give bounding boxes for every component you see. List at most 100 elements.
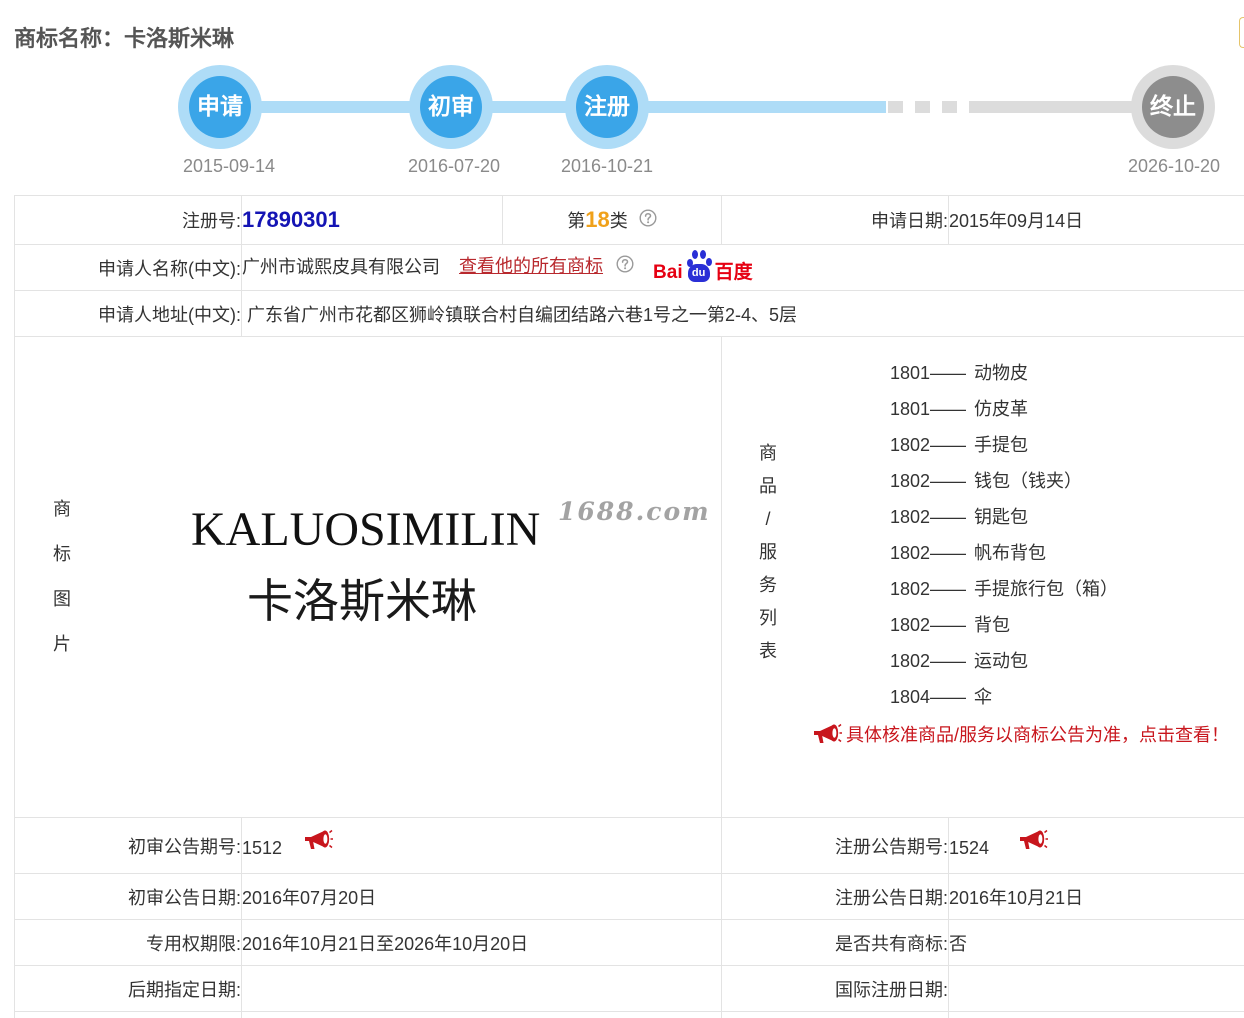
- baidu-paw-icon: du: [684, 249, 714, 283]
- mark-image-cell: 商 标 图 片 KALUOSIMILIN 卡洛斯米琳 1688.com: [14, 336, 722, 818]
- table-cell: [14, 1011, 242, 1018]
- service-separator: ——: [930, 399, 967, 419]
- service-name: 仿皮革: [974, 399, 1029, 419]
- label-char: 列: [759, 608, 777, 628]
- service-name: 运动包: [974, 651, 1029, 671]
- service-item: 1802—— 背包: [890, 607, 1118, 643]
- service-name: 钱包（钱夹）: [974, 471, 1083, 491]
- table-row: 初审公告日期: 2016年07月20日 注册公告日期: 2016年10月21日: [14, 873, 1244, 920]
- service-code: 1802: [890, 579, 931, 599]
- step-date: 2015-09-14: [182, 156, 276, 176]
- exclusive-term-value: 2016年10月21日至2026年10月20日: [241, 919, 722, 966]
- service-item: 1801—— 仿皮革: [890, 391, 1118, 427]
- applicant-name-value: 广州市诚熙皮具有限公司: [242, 256, 441, 277]
- label-char: 片: [53, 634, 71, 654]
- service-name: 帆布背包: [974, 543, 1047, 563]
- table-row: 专用权期限: 2016年10月21日至2026年10月20日 是否共有商标: 否: [14, 919, 1244, 966]
- applicant-name-cell: 广州市诚熙皮具有限公司 查看他的所有商标 Bai du 百度: [241, 244, 1244, 291]
- service-separator: ——: [930, 687, 967, 707]
- service-code: 1802: [890, 651, 931, 671]
- table-row: 初审公告期号: 1512 注册公告期号: 1524: [14, 817, 1244, 874]
- label-char: 品: [759, 476, 777, 496]
- table-cell: [241, 1011, 722, 1018]
- label-char: 服: [759, 542, 777, 562]
- services-list: 1801—— 动物皮 1801—— 仿皮革 1802—— 手提包 1802—— 钱包（钱…: [890, 355, 1118, 715]
- service-name: 伞: [974, 687, 993, 707]
- service-separator: ——: [930, 363, 967, 383]
- service-code: 1801: [890, 363, 931, 383]
- mark-image-label: 商 标 图 片: [52, 487, 72, 667]
- service-name: 背包: [974, 615, 1011, 635]
- help-icon[interactable]: [639, 209, 657, 227]
- class-prefix: 第: [567, 211, 586, 231]
- shared-mark-label: 是否共有商标:: [721, 919, 949, 966]
- mark-english-text: KALUOSIMILIN: [191, 503, 541, 556]
- service-separator: ——: [930, 651, 967, 671]
- label-char: 图: [53, 589, 71, 609]
- service-separator: ——: [930, 435, 967, 455]
- prelim-pub-date-value: 2016年07月20日: [241, 873, 722, 920]
- service-code: 1802: [890, 471, 931, 491]
- mark-chinese-text: 卡洛斯米琳: [247, 574, 477, 628]
- class-number: 18: [585, 207, 610, 232]
- service-item: 1802—— 钱包（钱夹）: [890, 463, 1118, 499]
- service-separator: ——: [930, 507, 967, 527]
- trademark-info-table: 注册号: 17890301 第18类 申请日期: 2015年09月14日 申请人…: [14, 195, 1244, 1018]
- applicant-address-value: 广东省广州市花都区狮岭镇联合村自编团结路六巷1号之一第2-4、5层: [241, 290, 1244, 337]
- services-notice-text: 具体核准商品/服务以商标公告为准，点击查看！: [846, 725, 1229, 745]
- services-label: 商 品 / 服 务 列 表: [758, 437, 778, 668]
- watermark: 1688.com: [558, 497, 711, 526]
- apply-date-label: 申请日期:: [721, 195, 949, 245]
- label-char: /: [765, 509, 771, 529]
- intl-reg-date-label: 国际注册日期:: [721, 965, 949, 1012]
- step-date: 2016-10-21: [560, 156, 654, 176]
- reg-pub-no-cell: 1524: [948, 817, 1244, 874]
- corner-button[interactable]: [1239, 17, 1244, 48]
- all-marks-link[interactable]: 查看他的所有商标: [459, 256, 603, 276]
- timeline-step-preliminary: 初审: [409, 65, 493, 149]
- reg-pub-no-label: 注册公告期号:: [721, 817, 949, 874]
- reg-no-value: 17890301: [242, 207, 340, 232]
- service-item: 1802—— 手提旅行包（箱）: [890, 571, 1118, 607]
- service-name: 手提包: [974, 435, 1029, 455]
- step-label: 初审: [420, 76, 482, 138]
- label-char: 商: [759, 443, 777, 463]
- service-name: 动物皮: [974, 363, 1029, 383]
- page-title: 商标名称：卡洛斯米琳: [14, 26, 235, 51]
- service-item: 1802—— 运动包: [890, 643, 1118, 679]
- service-separator: ——: [930, 543, 967, 563]
- service-name: 钥匙包: [974, 507, 1029, 527]
- help-icon[interactable]: [616, 254, 634, 273]
- class-cell: 第18类: [502, 195, 722, 245]
- service-item: 1802—— 帆布背包: [890, 535, 1118, 571]
- step-label: 注册: [576, 76, 638, 138]
- table-row-partial: [14, 1011, 1244, 1018]
- label-char: 表: [759, 641, 777, 661]
- baidu-logo[interactable]: Bai du 百度: [653, 249, 753, 283]
- service-item: 1801—— 动物皮: [890, 355, 1118, 391]
- step-date: 2016-07-20: [407, 156, 501, 176]
- service-item: 1802—— 手提包: [890, 427, 1118, 463]
- apply-date-value: 2015年09月14日: [948, 195, 1244, 245]
- service-code: 1802: [890, 507, 931, 527]
- service-separator: ——: [930, 471, 967, 491]
- prelim-pub-date-label: 初审公告日期:: [14, 873, 242, 920]
- megaphone-icon[interactable]: [1018, 828, 1049, 852]
- step-label: 终止: [1142, 76, 1204, 138]
- table-row: 商 标 图 片 KALUOSIMILIN 卡洛斯米琳 1688.com 商 品 …: [14, 336, 1244, 818]
- service-separator: ——: [930, 615, 967, 635]
- applicant-address-label: 申请人地址(中文):: [14, 290, 242, 337]
- timeline-pending-line: [969, 101, 1139, 113]
- step-label: 申请: [189, 76, 251, 138]
- service-code: 1802: [890, 615, 931, 635]
- services-notice-link[interactable]: 具体核准商品/服务以商标公告为准，点击查看！: [812, 720, 1229, 750]
- service-item: 1804—— 伞: [890, 679, 1118, 715]
- table-row: 后期指定日期: 国际注册日期:: [14, 965, 1244, 1012]
- trademark-info-panel: 注册号: 17890301 第18类 申请日期: 2015年09月14日 申请人…: [14, 195, 1244, 1018]
- timeline-dash: [915, 101, 930, 113]
- megaphone-icon[interactable]: [303, 828, 334, 852]
- label-char: 商: [53, 499, 71, 519]
- timeline-step-apply: 申请: [178, 65, 262, 149]
- baidu-paw-text: du: [687, 263, 710, 282]
- applicant-name-label: 申请人名称(中文):: [14, 244, 242, 291]
